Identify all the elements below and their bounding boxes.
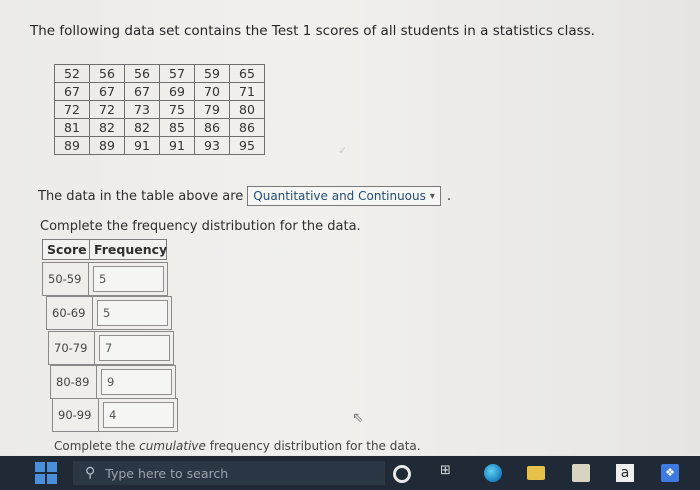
table-cell: 56 [124, 64, 160, 83]
data-type-selected: Quantitative and Continuous [253, 189, 426, 203]
search-placeholder: Type here to search [105, 465, 229, 481]
frequency-row: 60-69 5 [46, 296, 172, 330]
table-cell: 82 [124, 118, 160, 137]
frequency-input[interactable]: 5 [93, 266, 164, 292]
table-cell: 86 [229, 118, 265, 137]
table-cell: 93 [194, 136, 230, 155]
frequency-row: 70-79 7 [48, 331, 174, 365]
score-range: 60-69 [47, 297, 93, 329]
table-cell: 71 [229, 82, 265, 101]
table-cell: 75 [159, 100, 195, 119]
frequency-input[interactable]: 5 [97, 300, 168, 326]
frequency-input[interactable]: 9 [101, 369, 172, 395]
frequency-instruction: Complete the frequency distribution for … [40, 219, 361, 234]
cumulative-after: frequency distribution for the data. [209, 439, 421, 453]
score-range: 70-79 [49, 332, 95, 364]
table-cell: 57 [159, 64, 195, 83]
task-view-icon[interactable]: ⊞ [440, 463, 458, 481]
cumulative-italic: cumulative [139, 439, 206, 453]
table-cell: 56 [89, 64, 125, 83]
table-cell: 67 [124, 82, 160, 101]
table-cell: 59 [194, 64, 230, 83]
windows-taskbar: ⚲ Type here to search ⊞ a ❖ [0, 456, 700, 490]
frequency-input[interactable]: 7 [99, 335, 170, 361]
table-cell: 67 [89, 82, 125, 101]
table-cell: 70 [194, 82, 230, 101]
data-type-prefix: The data in the table above are [38, 188, 244, 204]
table-cell: 72 [89, 100, 125, 119]
table-cell: 52 [54, 64, 90, 83]
cortana-icon[interactable] [393, 465, 411, 483]
data-type-dropdown[interactable]: Quantitative and Continuous ▾ [247, 186, 441, 206]
word-app-icon[interactable]: a [616, 464, 634, 482]
table-cell: 81 [54, 118, 90, 137]
table-cell: 91 [159, 136, 195, 155]
scores-table: 52 56 56 57 59 65 67 67 67 69 70 71 72 7… [54, 64, 265, 155]
table-row: 81 82 82 85 86 86 [54, 118, 265, 137]
file-explorer-icon[interactable] [527, 466, 545, 480]
frequency-row: 80-89 9 [50, 365, 176, 399]
question-page: The following data set contains the Test… [0, 0, 700, 455]
score-range: 80-89 [51, 366, 97, 398]
table-cell: 80 [229, 100, 265, 119]
data-type-sentence: The data in the table above are Quantita… [38, 186, 451, 206]
cumulative-instruction: Complete the cumulative frequency distri… [54, 439, 421, 453]
table-cell: 72 [54, 100, 90, 119]
store-icon[interactable] [572, 464, 590, 482]
table-row: 67 67 67 69 70 71 [54, 82, 265, 101]
faint-check-mark: ✓ [338, 144, 348, 157]
table-row: 52 56 56 57 59 65 [54, 64, 265, 83]
score-range: 90-99 [53, 399, 99, 431]
score-column-header: Score [43, 240, 90, 259]
table-cell: 89 [54, 136, 90, 155]
table-cell: 65 [229, 64, 265, 83]
dropbox-icon[interactable]: ❖ [661, 464, 679, 482]
table-cell: 86 [194, 118, 230, 137]
table-cell: 91 [124, 136, 160, 155]
table-cell: 89 [89, 136, 125, 155]
taskbar-search-box[interactable]: ⚲ Type here to search [73, 461, 385, 485]
question-intro: The following data set contains the Test… [30, 23, 595, 39]
cumulative-before: Complete the [54, 439, 136, 453]
frequency-input[interactable]: 4 [103, 402, 174, 428]
data-type-suffix: . [446, 188, 452, 204]
frequency-column-header: Frequency [94, 242, 168, 257]
chevron-down-icon: ▾ [429, 190, 435, 202]
table-cell: 73 [124, 100, 160, 119]
frequency-row: 90-99 4 [52, 398, 178, 432]
table-row: 72 72 73 75 79 80 [54, 100, 265, 119]
search-icon: ⚲ [85, 465, 96, 481]
table-cell: 82 [89, 118, 125, 137]
frequency-table-header: Score Frequency [42, 239, 167, 260]
table-cell: 79 [194, 100, 230, 119]
table-cell: 85 [159, 118, 195, 137]
mouse-cursor-icon: ⇖ [352, 410, 364, 426]
windows-start-icon[interactable] [35, 462, 57, 484]
edge-icon[interactable] [484, 464, 502, 482]
table-cell: 95 [229, 136, 265, 155]
table-cell: 67 [54, 82, 90, 101]
table-cell: 69 [159, 82, 195, 101]
table-row: 89 89 91 91 93 95 [54, 136, 265, 155]
score-range: 50-59 [43, 263, 89, 295]
frequency-row: 50-59 5 [42, 262, 168, 296]
